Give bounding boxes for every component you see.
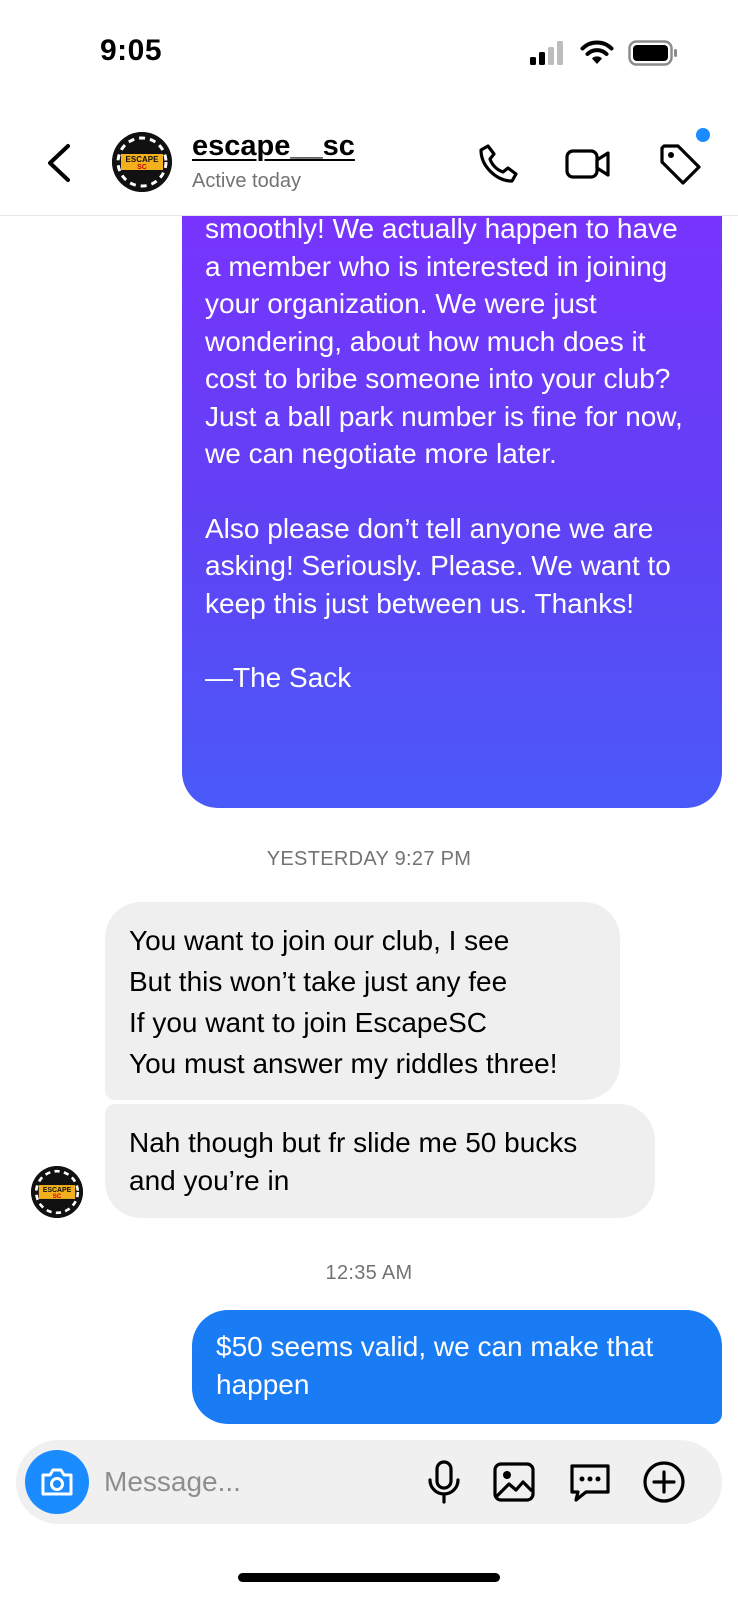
svg-text:SC: SC: [53, 1194, 62, 1200]
incoming-message[interactable]: Nah though but fr slide me 50 bucks and …: [105, 1104, 655, 1218]
camera-button[interactable]: [25, 1450, 89, 1514]
video-call-icon[interactable]: [564, 140, 612, 188]
status-bar: 9:05: [0, 0, 738, 110]
message-line: If you want to join EscapeSC: [129, 1007, 487, 1038]
gallery-icon[interactable]: [490, 1458, 538, 1506]
message-text: $50 seems valid, we can make that happen: [216, 1331, 654, 1400]
escape-sc-logo-icon: ESCAPE SC: [31, 1166, 83, 1218]
sticker-icon[interactable]: [566, 1458, 614, 1506]
camera-icon: [41, 1468, 73, 1496]
sender-avatar[interactable]: ESCAPE SC: [31, 1166, 83, 1218]
message-paragraph: Also please don’t tell anyone we are ask…: [205, 512, 671, 619]
microphone-icon[interactable]: [420, 1458, 468, 1506]
message-line: But this won’t take just any fee: [129, 966, 508, 997]
outgoing-message[interactable]: $50 seems valid, we can make that happen: [192, 1310, 722, 1424]
svg-text:ESCAPE: ESCAPE: [43, 1187, 72, 1194]
message-timestamp: 12:35 AM: [325, 1262, 413, 1284]
wifi-icon: [580, 40, 614, 64]
contact-avatar[interactable]: ESCAPE SC: [112, 132, 172, 192]
message-line: You must answer my riddles three!: [129, 1048, 558, 1079]
add-plus-icon[interactable]: [640, 1458, 688, 1506]
contact-username[interactable]: escape__sc: [192, 130, 355, 163]
outgoing-message-long[interactable]: smoothly! We actually happen to have a m…: [182, 190, 722, 808]
svg-text:SC: SC: [137, 164, 147, 171]
message-signature: —The Sack: [205, 662, 352, 693]
back-chevron-icon[interactable]: [40, 140, 80, 186]
escape-sc-logo-icon: ESCAPE SC: [112, 132, 172, 192]
message-line: You want to join our club, I see: [129, 925, 510, 956]
notification-dot: [696, 128, 710, 142]
message-text: Nah though but fr slide me 50 bucks and …: [129, 1127, 578, 1196]
message-composer: [16, 1440, 722, 1524]
message-paragraph: smoothly! We actually happen to have a m…: [205, 213, 683, 469]
chat-header: ESCAPE SC escape__sc Active today: [0, 110, 738, 216]
svg-text:ESCAPE: ESCAPE: [126, 155, 160, 164]
incoming-message-riddle[interactable]: You want to join our club, I see But thi…: [105, 902, 620, 1100]
message-timestamp: YESTERDAY 9:27 PM: [266, 848, 472, 870]
message-input[interactable]: [104, 1462, 404, 1502]
status-time: 9:05: [100, 34, 163, 67]
battery-icon: [628, 40, 677, 66]
home-indicator[interactable]: [238, 1573, 500, 1582]
phone-call-icon[interactable]: [474, 140, 522, 188]
contact-activity-status: Active today: [192, 170, 301, 192]
cellular-signal-icon: [530, 41, 563, 65]
status-icons: [530, 40, 678, 66]
tag-icon[interactable]: [656, 140, 704, 188]
